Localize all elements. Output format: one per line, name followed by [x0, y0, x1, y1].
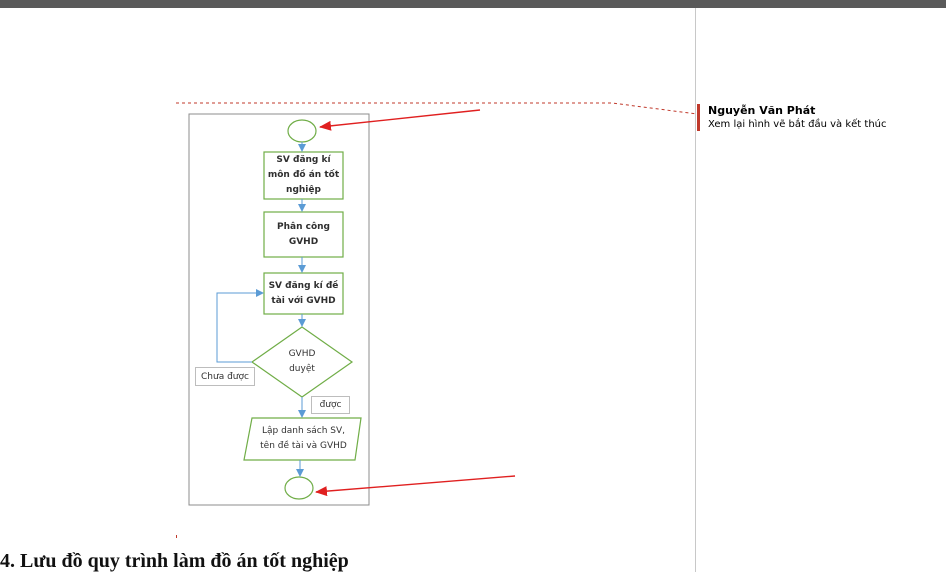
start-terminal: [287, 119, 317, 143]
revision-mark: [176, 535, 177, 538]
annotation-arrow-start: [319, 109, 481, 131]
loop-back-arrow: [216, 289, 264, 363]
review-comment[interactable]: Nguyễn Văn Phát Xem lại hình vẽ bắt đầu …: [697, 104, 946, 131]
step-register-topic-label: SV đăng kí đề tài với GVHD: [268, 280, 339, 306]
approved-condition-label: được: [311, 396, 350, 414]
flowchart-drawing: [176, 102, 698, 538]
comment-text: Xem lại hình vẽ bắt đầu và kết thúc: [708, 119, 887, 130]
output-label: Lập danh sách SV, tên đề tài và GVHD: [260, 426, 347, 451]
comment-author: Nguyễn Văn Phát: [708, 104, 816, 117]
loop-condition-label: Chưa được: [195, 367, 255, 386]
annotation-arrow-end: [315, 475, 516, 497]
decision-label: GVHD duyệt: [288, 349, 316, 374]
comment-anchor-line: [176, 102, 698, 115]
step-assign-advisor-label: Phân công GVHD: [277, 221, 330, 247]
section-heading: 4. Lưu đồ quy trình làm đồ án tốt nghiệp: [0, 550, 349, 572]
end-terminal: [284, 476, 314, 500]
step-register-subject-label: SV đăng kí môn đồ án tốt nghiệp: [267, 155, 340, 195]
